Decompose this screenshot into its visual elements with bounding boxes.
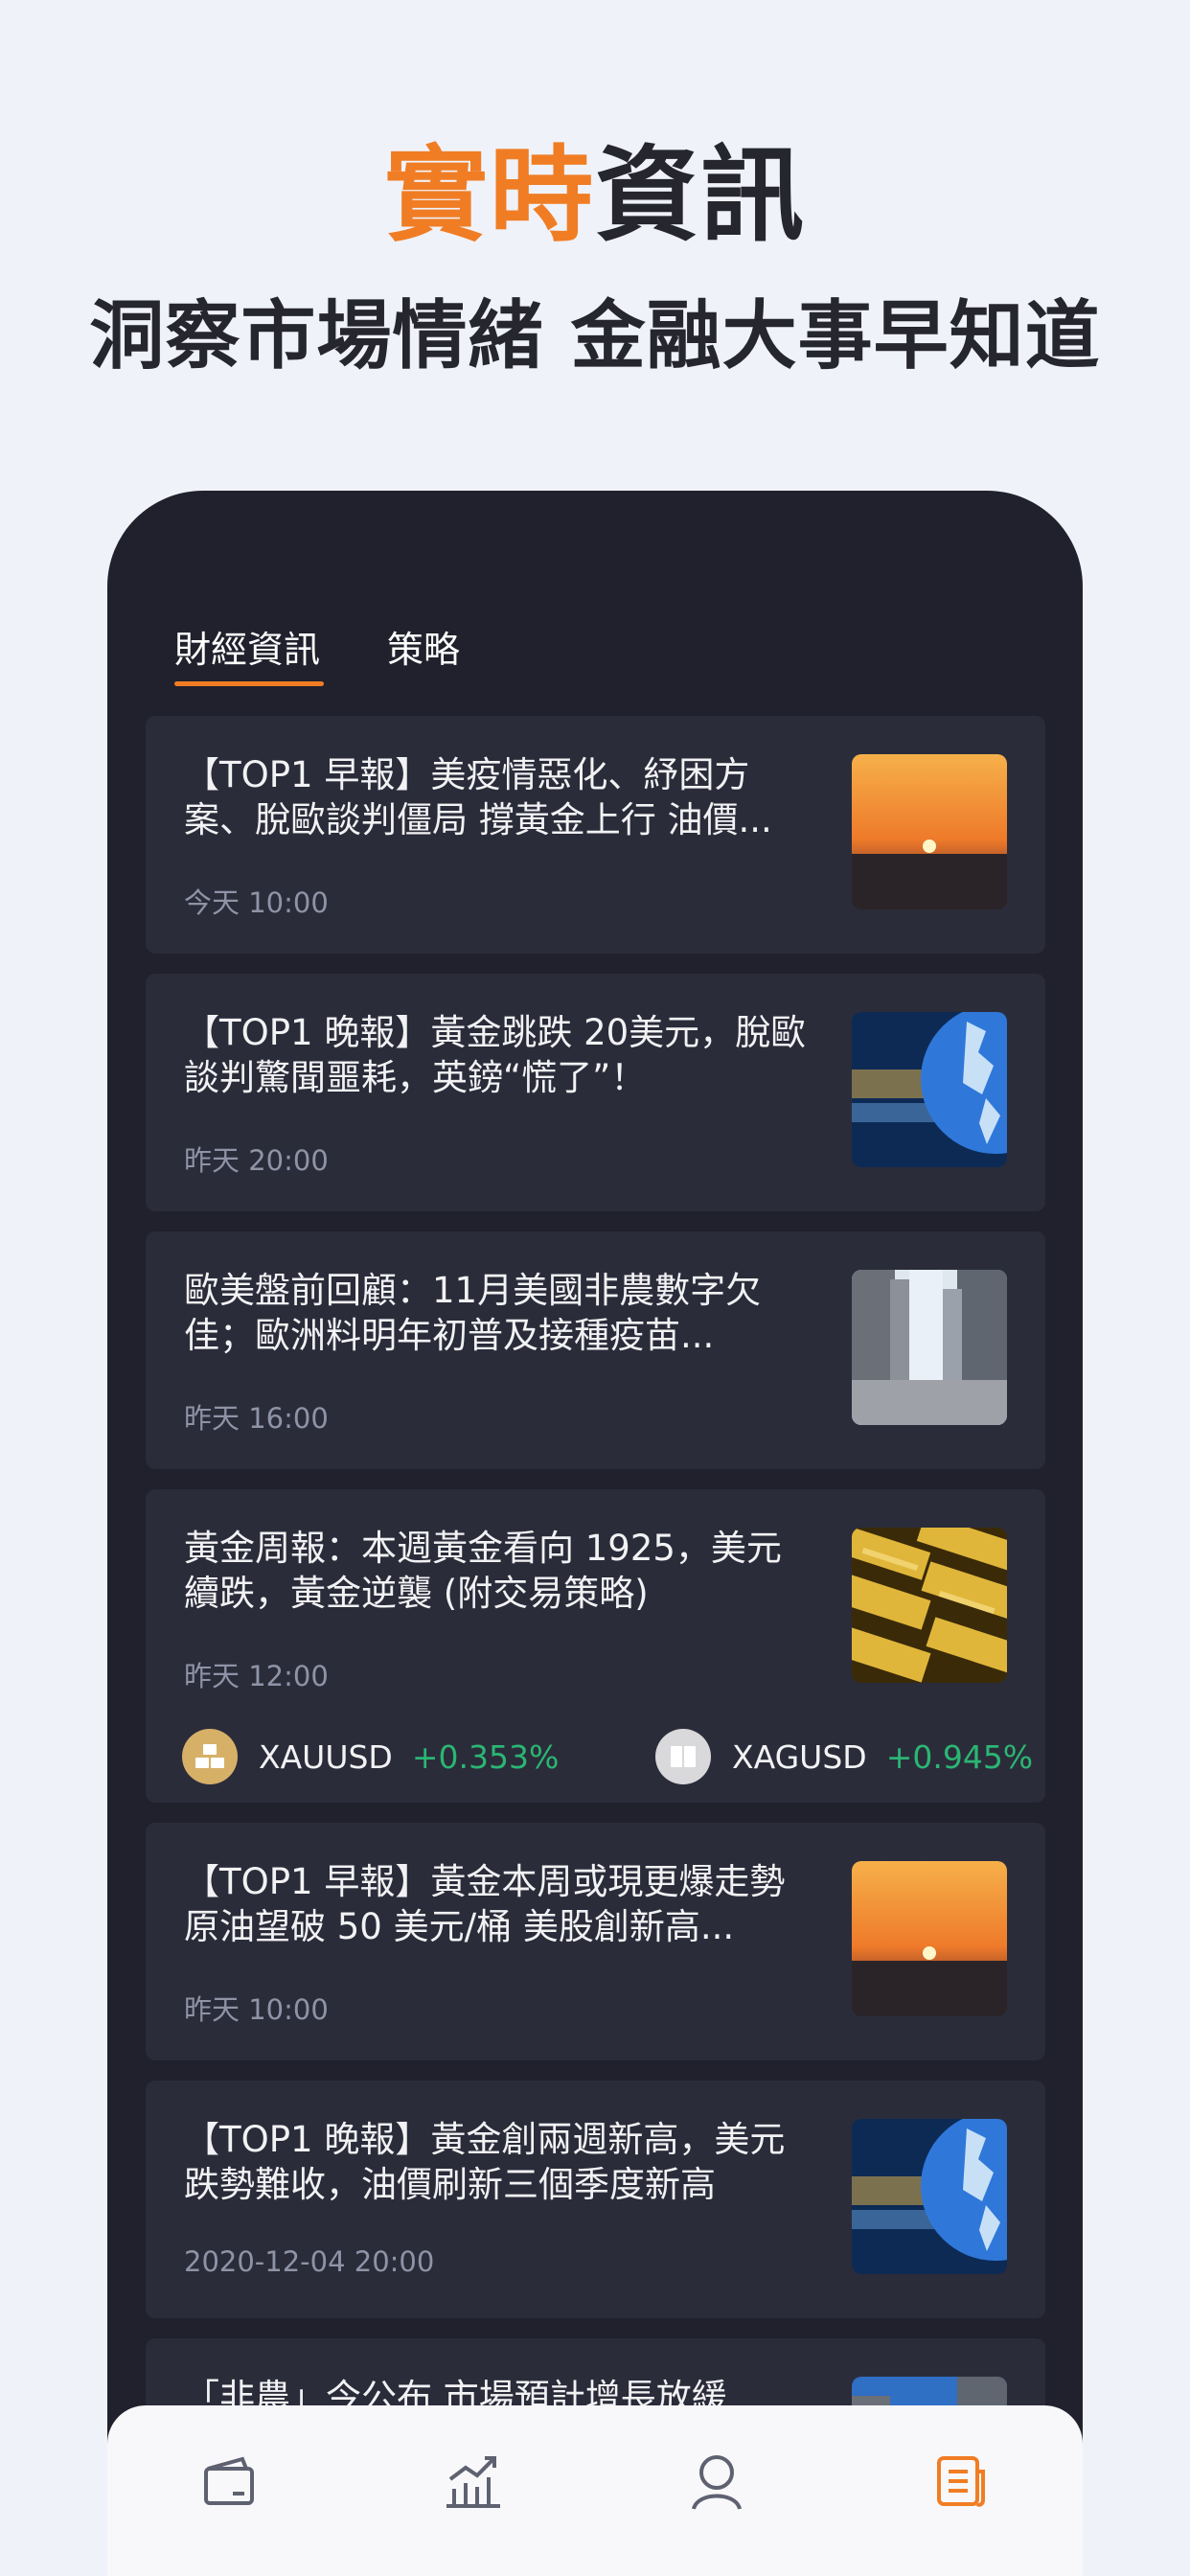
news-card[interactable]: 【TOP1 早報】黃金本周或現更爆走勢 原油望破 50 美元/桶 美股創新高..… (146, 1823, 1045, 2060)
news-card[interactable]: 歐美盤前回顧：11月美國非農數字欠佳；歐洲料明年初普及接種疫苗... 昨天 16… (146, 1231, 1045, 1469)
news-title: 歐美盤前回顧：11月美國非農數字欠佳；歐洲料明年初普及接種疫苗... (184, 1270, 762, 1356)
city-street-image (852, 1270, 1007, 1425)
ticker-change: +0.353% (411, 1737, 560, 1776)
ticker-symbol: XAGUSD (732, 1737, 867, 1776)
news-card[interactable]: 【TOP1 早報】美疫情惡化、紓困方案、脫歐談判僵局 撐黃金上行 油價... 今… (146, 716, 1045, 954)
hero-title-accent: 實時 (383, 136, 595, 256)
phone-screen: 財經資訊 策略 【TOP1 早報】美疫情惡化、紓困方案、脫歐談判僵局 撐黃金上行… (107, 491, 1083, 2576)
news-title: 【TOP1 早報】黃金本周或現更爆走勢 原油望破 50 美元/桶 美股創新高..… (184, 1861, 786, 1947)
news-time: 昨天 10:00 (184, 1993, 329, 2026)
news-time: 2020-12-04 20:00 (184, 2245, 435, 2278)
silver-coin-icon (655, 1729, 711, 1784)
profile-icon (692, 2455, 743, 2510)
ticker-row: XAUUSD +0.353% XAGUSD +0.945% (182, 1729, 1033, 1786)
news-time: 昨天 16:00 (184, 1402, 329, 1435)
sunset-image (852, 1861, 1007, 2016)
news-time: 昨天 20:00 (184, 1144, 329, 1177)
gold-coin-icon (182, 1729, 238, 1784)
gold-bars-image (852, 1528, 1007, 1683)
news-card[interactable]: 【TOP1 晚報】黃金跳跌 20美元，脫歐談判驚聞噩耗，英鎊“慌了”！ 昨天 2… (146, 974, 1045, 1211)
hero-title: 實時資訊 (0, 134, 1190, 259)
news-time: 昨天 12:00 (184, 1660, 329, 1692)
news-title: 【TOP1 晚報】黃金跳跌 20美元，脫歐談判驚聞噩耗，英鎊“慌了”！ (184, 1012, 807, 1098)
nav-profile[interactable] (678, 2444, 755, 2520)
nav-news[interactable] (923, 2444, 999, 2520)
sunset-image (852, 754, 1007, 909)
tab-finance-news[interactable]: 財經資訊 (174, 620, 325, 686)
news-card[interactable]: 黃金周報：本週黃金看向 1925，美元續跌，黃金逆襲 (附交易策略) 昨天 12… (146, 1489, 1045, 1803)
news-icon (936, 2456, 985, 2507)
hero-subtitle: 洞察市場情緒 金融大事早知道 (89, 293, 1101, 380)
news-time: 今天 10:00 (184, 886, 329, 919)
ticker-xauusd[interactable]: XAUUSD +0.353% (182, 1729, 559, 1784)
news-card[interactable]: 【TOP1 晚報】黃金創兩週新高，美元跌勢難收，油價刷新三個季度新高 2020-… (146, 2081, 1045, 2318)
tab-bar: 財經資訊 策略 (174, 620, 460, 686)
nav-wallet[interactable] (191, 2444, 267, 2520)
news-list: 【TOP1 早報】美疫情惡化、紓困方案、脫歐談判僵局 撐黃金上行 油價... 今… (146, 716, 1045, 2576)
hero-title-rest: 資訊 (595, 136, 807, 256)
news-title: 【TOP1 晚報】黃金創兩週新高，美元跌勢難收，油價刷新三個季度新高 (184, 2119, 786, 2205)
ticker-symbol: XAUUSD (259, 1737, 393, 1776)
nav-market[interactable] (435, 2444, 512, 2520)
chart-icon (446, 2456, 500, 2508)
globe-image (852, 1012, 1007, 1167)
wallet-icon (204, 2456, 255, 2505)
ticker-xagusd[interactable]: XAGUSD +0.945% (655, 1729, 1033, 1784)
news-title: 黃金周報：本週黃金看向 1925，美元續跌，黃金逆襲 (附交易策略) (184, 1528, 782, 1614)
globe-image (852, 2119, 1007, 2274)
tab-strategy[interactable]: 策略 (387, 620, 460, 686)
bottom-nav (107, 2405, 1083, 2576)
ticker-change: +0.945% (885, 1737, 1034, 1776)
news-title: 【TOP1 早報】美疫情惡化、紓困方案、脫歐談判僵局 撐黃金上行 油價... (184, 754, 772, 840)
